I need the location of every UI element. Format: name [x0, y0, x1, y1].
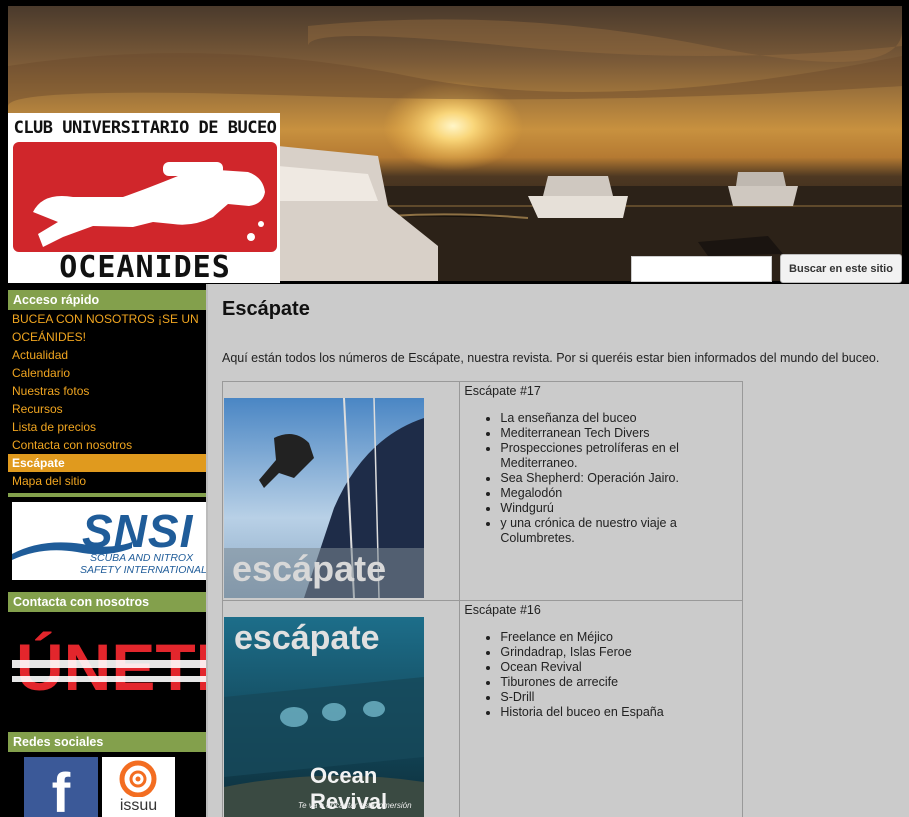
main-content: Escápate Aquí están todos los números de… — [206, 284, 909, 817]
cover-cell: escápate — [221, 381, 461, 601]
unete-flag-icon: ÚNETE — [12, 620, 206, 698]
nav-item-escapate[interactable]: Escápate — [8, 454, 206, 472]
contact-heading: Contacta con nosotros — [8, 592, 206, 612]
nav-item-recursos[interactable]: Recursos — [8, 400, 206, 418]
quick-links-nav: BUCEA CON NOSOTROS ¡SE UN OCEÁNIDES! Act… — [8, 310, 206, 490]
club-logo[interactable]: CLUB UNIVERSITARIO DE BUCEO OCEANIDES — [8, 113, 280, 285]
snsi-tagline-1: SCUBA AND NITROX — [90, 552, 194, 564]
issue-17-info: Escápate #17 La enseñanza del buceo Medi… — [459, 381, 743, 601]
sidebar: Acceso rápido BUCEA CON NOSOTROS ¡SE UN … — [0, 287, 206, 817]
list-item: Mediterranean Tech Divers — [500, 426, 738, 441]
list-item: La enseñanza del buceo — [500, 411, 738, 426]
table-row: escápate Ocean Revival Te va a encantar … — [221, 600, 743, 817]
list-item: Tiburones de arrecife — [500, 675, 738, 690]
nav-item-calendario[interactable]: Calendario — [8, 364, 206, 382]
unete-banner[interactable]: ÚNETE — [12, 620, 206, 698]
list-item: Freelance en Méjico — [500, 630, 738, 645]
search-input[interactable] — [631, 256, 772, 282]
search-button[interactable]: Buscar en este sitio — [780, 254, 902, 283]
issue-16-contents: Freelance en Méjico Grindadrap, Islas Fe… — [500, 630, 738, 720]
intro-text: Aquí están todos los números de Escápate… — [222, 351, 880, 365]
issue-17-cover-image[interactable]: escápate — [224, 398, 424, 598]
facebook-icon[interactable]: f — [24, 757, 98, 817]
snsi-tagline-2: SAFETY INTERNATIONAL — [80, 564, 206, 576]
issue-17-title[interactable]: Escápate #17 — [464, 384, 738, 399]
sidebar-divider — [8, 493, 206, 497]
nav-item-actualidad[interactable]: Actualidad — [8, 346, 206, 364]
issue-16-info: Escápate #16 Freelance en Méjico Grindad… — [459, 600, 743, 817]
quick-access-heading: Acceso rápido — [8, 290, 206, 310]
issuu-ring-icon — [119, 760, 157, 797]
nav-item-contacta[interactable]: Contacta con nosotros — [8, 436, 206, 454]
logo-top-text: CLUB UNIVERSITARIO DE BUCEO — [13, 118, 277, 138]
list-item: Grindadrap, Islas Feroe — [500, 645, 738, 660]
issue-16-cover-image[interactable]: escápate Ocean Revival Te va a encantar … — [224, 617, 424, 817]
site-header: CLUB UNIVERSITARIO DE BUCEO OCEANIDES Bu… — [0, 0, 909, 287]
list-item: Historia del buceo en España — [500, 705, 738, 720]
snsi-banner[interactable]: SNSI SCUBA AND NITROX SAFETY INTERNATION… — [12, 502, 206, 580]
list-item: Windgurú — [500, 501, 738, 516]
table-row: escápate Escápate #17 La enseñanza del b… — [221, 381, 743, 601]
list-item: Prospecciones petrolíferas en el Mediter… — [500, 441, 738, 471]
list-item: S-Drill — [500, 690, 738, 705]
issues-table: escápate Escápate #17 La enseñanza del b… — [221, 381, 743, 817]
logo-bottom-text: OCEANIDES — [59, 250, 231, 285]
list-item: Ocean Revival — [500, 660, 738, 675]
list-item: Sea Shepherd: Operación Jairo. — [500, 471, 738, 486]
nav-item-bucea[interactable]: BUCEA CON NOSOTROS ¡SE UN OCEÁNIDES! — [8, 310, 206, 346]
issuu-icon[interactable]: issuu — [102, 757, 175, 817]
issue-17-contents: La enseñanza del buceo Mediterranean Tec… — [500, 411, 738, 546]
snsi-logo-text: SNSI — [82, 505, 194, 557]
list-item: Megalodón — [500, 486, 738, 501]
issuu-label: issuu — [119, 797, 158, 814]
issue-17-cover-word: escápate — [232, 548, 387, 589]
issue-16-title[interactable]: Escápate #16 — [464, 603, 738, 618]
nav-item-mapa[interactable]: Mapa del sitio — [8, 472, 206, 490]
nav-item-fotos[interactable]: Nuestras fotos — [8, 382, 206, 400]
page-title: Escápate — [222, 298, 310, 320]
nav-item-precios[interactable]: Lista de precios — [8, 418, 206, 436]
issue-16-cover-word: escápate — [234, 619, 380, 657]
issue-16-cover-tagline: Te va a encantar esta inmersión — [298, 801, 412, 810]
list-item: y una crónica de nuestro viaje a Columbr… — [500, 516, 738, 546]
cover-cell: escápate Ocean Revival Te va a encantar … — [221, 600, 461, 817]
social-heading: Redes sociales — [8, 732, 206, 752]
diver-silhouette-icon — [13, 142, 277, 252]
